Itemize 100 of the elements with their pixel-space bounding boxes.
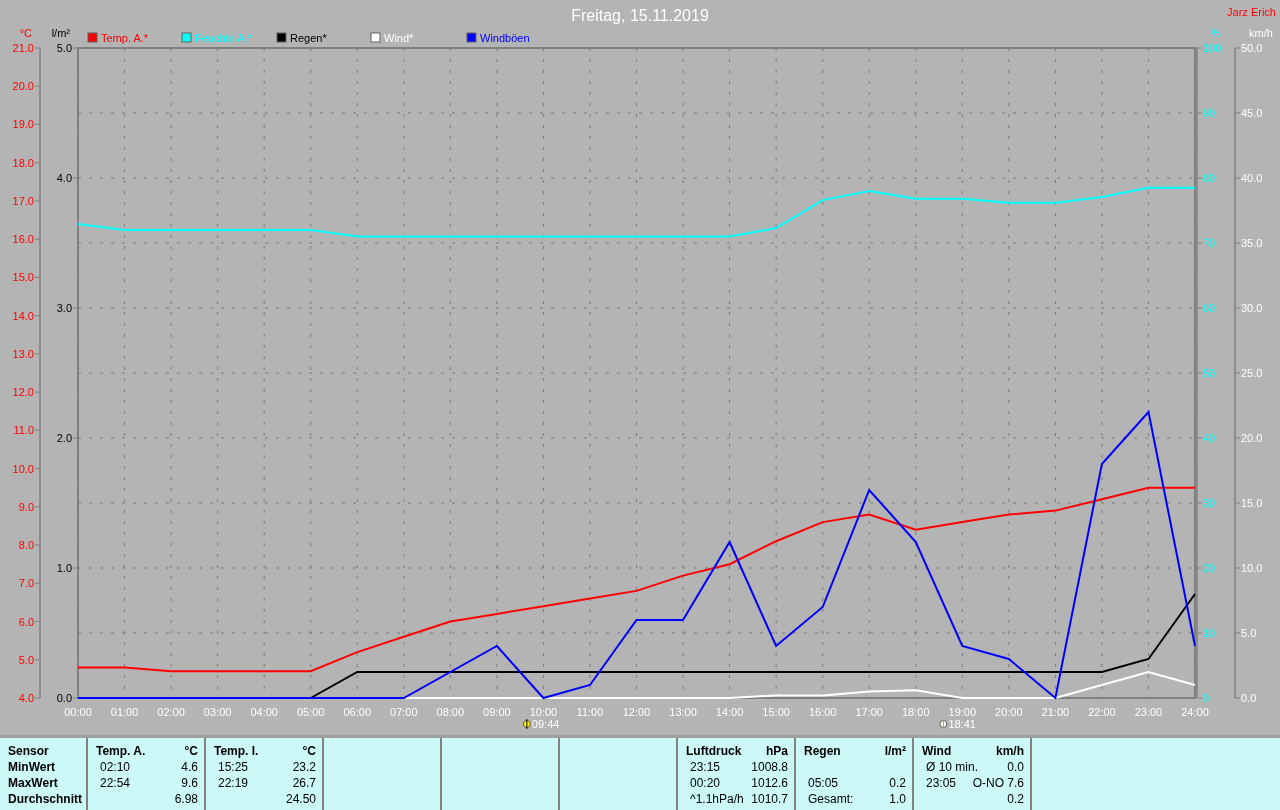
stat-value: 26.7 xyxy=(292,775,316,791)
stat-label: 23:15 xyxy=(689,759,721,775)
stat-value: 23.2 xyxy=(292,759,316,775)
axis-tick-label: 10.0 xyxy=(1241,562,1263,574)
sensor-name: Regen xyxy=(804,743,841,759)
axis-tick-label: 8.0 xyxy=(18,539,34,552)
axis-tick-label: 15.0 xyxy=(1241,497,1263,509)
stat-value: 6.98 xyxy=(174,791,198,807)
axis-tick-label: 12.0 xyxy=(12,386,34,399)
stat-label: ^1.1hPa/h xyxy=(689,791,744,807)
axis-tick-label: 6.0 xyxy=(18,615,34,628)
unit-label: hPa xyxy=(766,743,788,759)
x-tick-label: 03:00 xyxy=(203,706,232,718)
x-tick-label: 09:00 xyxy=(483,706,511,718)
unit-label: km/h xyxy=(996,743,1024,759)
stat-value: 9.6 xyxy=(181,775,198,791)
row-label: MinWert xyxy=(8,759,56,775)
stat-value: 4.6 xyxy=(181,759,198,775)
x-tick-label: 06:00 xyxy=(343,706,371,718)
axis-tick-label: 35.0 xyxy=(1241,237,1263,249)
axis-tick-label: 0 xyxy=(1203,692,1210,704)
legend-label: Feuchte A.* xyxy=(195,32,252,44)
x-tick-label: 04:00 xyxy=(250,706,278,718)
legend-label: Temp. A.* xyxy=(101,32,149,44)
sun-time-label: 09:44 xyxy=(531,718,560,730)
axis-tick-label: 80 xyxy=(1203,172,1216,184)
axis-tick-label: 40.0 xyxy=(1241,172,1263,184)
legend-label: Regen* xyxy=(290,32,327,44)
axis-tick-label: 21.0 xyxy=(12,42,34,54)
legend-label: Windböen xyxy=(480,32,530,44)
row-label: Sensor xyxy=(8,743,49,759)
unit-label: °C xyxy=(184,743,198,759)
x-tick-label: 05:00 xyxy=(296,706,325,718)
axis-tick-label: 100 xyxy=(1203,42,1222,54)
axis-tick-label: 16.0 xyxy=(12,233,34,246)
axis-tick-label: 50 xyxy=(1203,367,1216,379)
x-tick-label: 11:00 xyxy=(576,706,604,718)
axis-unit-label: % xyxy=(1211,27,1221,39)
author-label: Jarz Erich xyxy=(1227,6,1276,18)
axis-tick-label: 45.0 xyxy=(1241,107,1263,119)
axis-tick-label: 4.0 xyxy=(56,172,72,184)
stat-label: 23:05 xyxy=(925,775,957,791)
stat-label: 22:54 xyxy=(99,775,131,791)
axis-tick-label: 4.0 xyxy=(18,692,34,704)
stat-label: 22:19 xyxy=(217,775,249,791)
stat-value: 1012.6 xyxy=(751,775,788,791)
x-tick-label: 24:00 xyxy=(1181,706,1209,718)
row-label: Durchschnitt xyxy=(8,791,82,807)
x-tick-label: 02:00 xyxy=(157,706,185,718)
x-tick-label: 22:00 xyxy=(1088,706,1116,718)
axis-tick-label: 10 xyxy=(1203,627,1216,639)
stat-value: 1008.8 xyxy=(751,759,788,775)
axis-tick-label: 60 xyxy=(1203,302,1216,314)
x-tick-label: 08:00 xyxy=(436,706,465,718)
chart-title: Freitag, 15.11.2019 xyxy=(571,7,709,24)
sensor-name: Temp. A. xyxy=(96,743,146,759)
x-tick-label: 21:00 xyxy=(1041,706,1070,718)
sun-icon xyxy=(939,718,948,730)
axis-tick-label: 14.0 xyxy=(12,309,34,322)
row-label: MaxWert xyxy=(8,775,58,791)
axis-tick-label: 30 xyxy=(1203,497,1216,509)
axis-tick-label: 90 xyxy=(1203,107,1216,119)
x-tick-label: 00:00 xyxy=(64,706,92,718)
stat-value: 0.2 xyxy=(1007,791,1024,807)
axis-tick-label: 3.0 xyxy=(56,302,72,314)
sun-icon xyxy=(522,718,531,730)
x-tick-label: 16:00 xyxy=(808,706,837,718)
axis-tick-label: 50.0 xyxy=(1241,42,1263,54)
axis-tick-label: 17.0 xyxy=(12,194,34,207)
x-tick-label: 17:00 xyxy=(855,706,883,718)
x-tick-label: 14:00 xyxy=(715,706,744,718)
x-tick-label: 13:00 xyxy=(669,706,697,718)
stat-value: 0.2 xyxy=(889,775,906,791)
axis-tick-label: 0.0 xyxy=(1241,692,1257,704)
x-tick-label: 19:00 xyxy=(948,706,977,718)
sun-time-label: 18:41 xyxy=(948,718,976,730)
x-tick-label: 23:00 xyxy=(1134,706,1163,718)
stat-label: 02:10 xyxy=(99,759,131,775)
x-tick-label: 07:00 xyxy=(390,706,418,718)
axis-tick-label: 0.0 xyxy=(56,692,72,704)
axis-tick-label: 10.0 xyxy=(12,462,34,475)
axis-unit-label: °C xyxy=(19,27,32,39)
legend-label: Wind* xyxy=(384,32,414,44)
axis-tick-label: 9.0 xyxy=(18,500,34,513)
axis-tick-label: 5.0 xyxy=(56,42,72,54)
stat-value: 1.0 xyxy=(889,791,906,807)
axis-tick-label: 11.0 xyxy=(13,424,34,437)
axis-tick-label: 70 xyxy=(1203,237,1216,249)
axis-unit-label: l/m² xyxy=(51,27,70,39)
sensor-name: Temp. I. xyxy=(214,743,259,759)
stat-value: O-NO 7.6 xyxy=(972,775,1024,791)
axis-tick-label: 13.0 xyxy=(12,347,34,360)
stat-label: 05:05 xyxy=(807,775,839,791)
axis-tick-label: 5.0 xyxy=(1241,627,1257,639)
x-tick-label: 20:00 xyxy=(995,706,1023,718)
axis-tick-label: 20 xyxy=(1203,562,1216,574)
axis-tick-label: 1.0 xyxy=(56,562,72,574)
stat-value: 0.0 xyxy=(1007,759,1024,775)
x-tick-label: 12:00 xyxy=(622,706,651,718)
axis-tick-label: 5.0 xyxy=(18,653,34,666)
